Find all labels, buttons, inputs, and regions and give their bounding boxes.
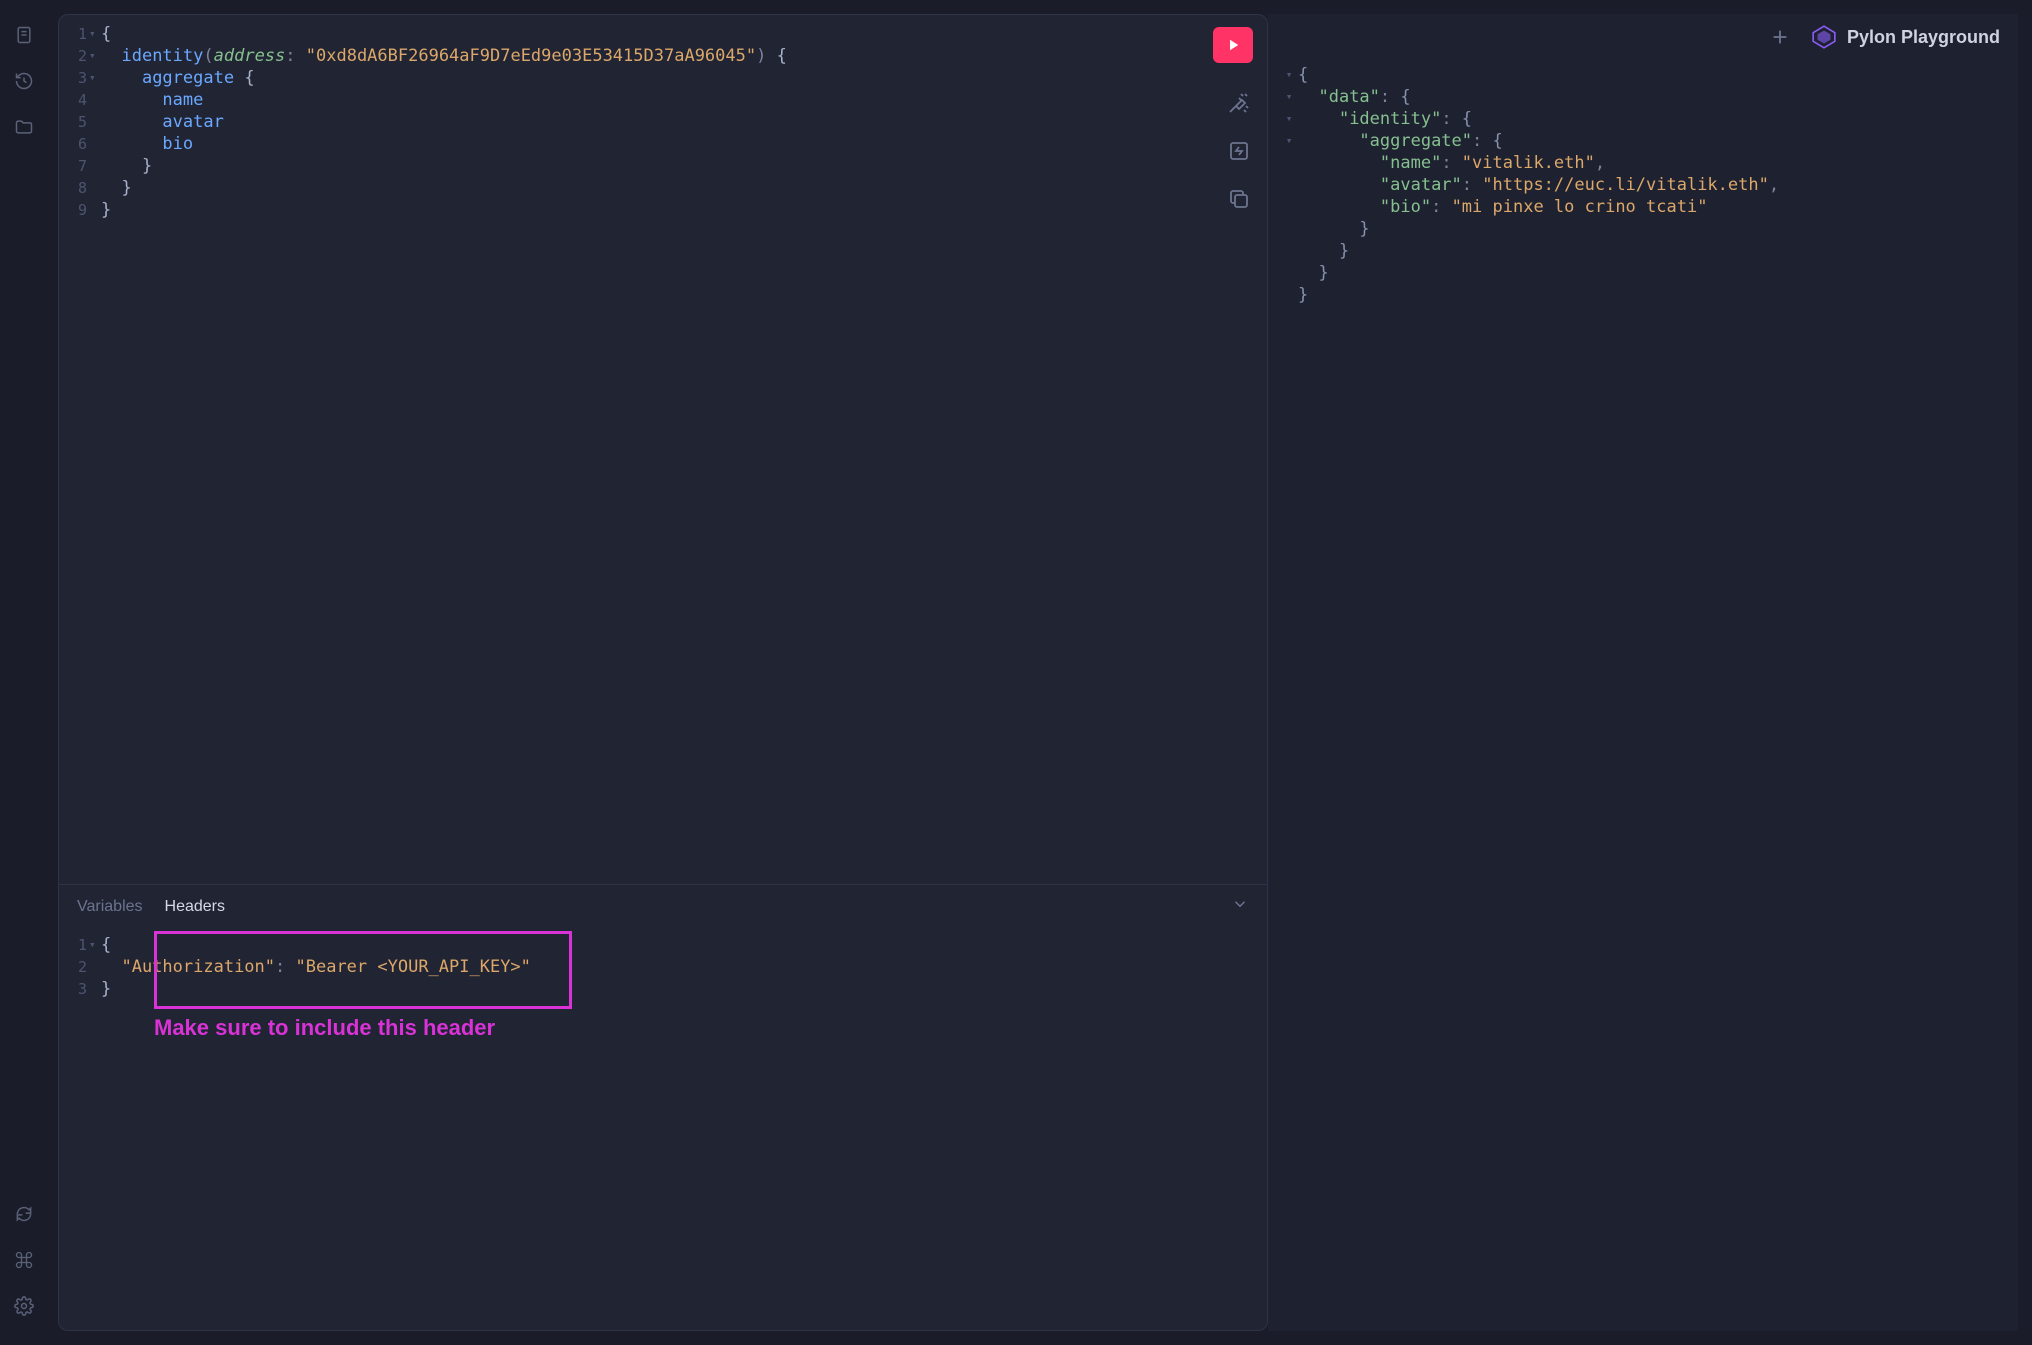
query-editor[interactable]: 1▾{2▾ identity(address: "0xd8dA6BF26964a… <box>59 15 1267 884</box>
result-line: "avatar": "https://euc.li/vitalik.eth", <box>1280 174 2006 196</box>
editor-panel: 1▾{2▾ identity(address: "0xd8dA6BF26964a… <box>58 14 1268 1331</box>
code-content: bio <box>101 133 193 155</box>
bottom-panel: Variables Headers 1▾{2 "Authorization": … <box>59 884 1267 1330</box>
run-button[interactable] <box>1213 27 1253 63</box>
code-content: aggregate { <box>101 67 255 89</box>
keyboard-shortcuts-icon[interactable] <box>13 1249 35 1271</box>
line-number: 3 <box>61 978 87 1000</box>
code-content: name <box>101 89 203 111</box>
code-content: "Authorization": "Bearer <YOUR_API_KEY>" <box>101 956 531 978</box>
result-line: } <box>1280 218 2006 240</box>
result-content: "identity": { <box>1298 108 1472 130</box>
code-line: 4 name <box>61 89 1267 111</box>
result-body[interactable]: ▾{▾ "data": {▾ "identity": {▾ "aggregate… <box>1268 50 2018 1331</box>
code-line: 5 avatar <box>61 111 1267 133</box>
editor-toolbar <box>1227 91 1251 211</box>
fold-toggle-icon[interactable]: ▾ <box>87 45 101 67</box>
result-line: ▾ "data": { <box>1280 86 2006 108</box>
new-tab-plus-icon[interactable] <box>1769 26 1791 48</box>
code-content: } <box>101 978 111 1000</box>
code-line: 7 } <box>61 155 1267 177</box>
line-number: 1 <box>61 934 87 956</box>
result-content: "aggregate": { <box>1298 130 1503 152</box>
line-number: 9 <box>61 199 87 221</box>
result-content: "data": { <box>1298 86 1411 108</box>
left-rail <box>0 0 48 1345</box>
result-line: ▾ "identity": { <box>1280 108 2006 130</box>
chevron-down-icon[interactable] <box>1231 895 1249 918</box>
code-content: identity(address: "0xd8dA6BF26964aF9D7eE… <box>101 45 787 67</box>
code-line: 2▾ identity(address: "0xd8dA6BF26964aF9D… <box>61 45 1267 67</box>
fold-toggle-icon[interactable]: ▾ <box>87 23 101 45</box>
line-number: 2 <box>61 956 87 978</box>
code-line: 3} <box>61 978 1267 1000</box>
code-line: 8 } <box>61 177 1267 199</box>
code-line: 6 bio <box>61 133 1267 155</box>
result-content: "bio": "mi pinxe lo crino tcati" <box>1298 196 1707 218</box>
fold-toggle-icon[interactable]: ▾ <box>1280 108 1298 130</box>
line-number: 5 <box>61 111 87 133</box>
workspace: 1▾{2▾ identity(address: "0xd8dA6BF26964a… <box>58 14 2018 1331</box>
code-content: } <box>101 177 132 199</box>
result-line: } <box>1280 284 2006 306</box>
document-icon[interactable] <box>13 24 35 46</box>
result-content: "avatar": "https://euc.li/vitalik.eth", <box>1298 174 1779 196</box>
code-content: avatar <box>101 111 224 133</box>
result-line: ▾{ <box>1280 64 2006 86</box>
brand-logo-icon <box>1811 24 1837 50</box>
line-number: 6 <box>61 133 87 155</box>
result-header: Pylon Playground <box>1268 14 2018 50</box>
brand: Pylon Playground <box>1811 24 2000 50</box>
brand-label: Pylon Playground <box>1847 27 2000 48</box>
code-line: 2 "Authorization": "Bearer <YOUR_API_KEY… <box>61 956 1267 978</box>
result-content: } <box>1298 240 1349 262</box>
code-line: 1▾{ <box>61 23 1267 45</box>
result-line: "bio": "mi pinxe lo crino tcati" <box>1280 196 2006 218</box>
fold-toggle-icon[interactable]: ▾ <box>1280 86 1298 108</box>
code-line: 3▾ aggregate { <box>61 67 1267 89</box>
fold-toggle-icon[interactable]: ▾ <box>87 934 101 956</box>
result-line: } <box>1280 240 2006 262</box>
prettify-icon[interactable] <box>1227 91 1251 115</box>
result-content: } <box>1298 284 1308 306</box>
merge-fragments-icon[interactable] <box>1227 139 1251 163</box>
result-line: "name": "vitalik.eth", <box>1280 152 2006 174</box>
result-content: } <box>1298 218 1370 240</box>
copy-icon[interactable] <box>1227 187 1251 211</box>
fold-toggle-icon[interactable]: ▾ <box>1280 64 1298 86</box>
headers-editor[interactable]: 1▾{2 "Authorization": "Bearer <YOUR_API_… <box>59 928 1267 1330</box>
result-line: } <box>1280 262 2006 284</box>
tab-headers[interactable]: Headers <box>165 898 225 916</box>
annotation-text: Make sure to include this header <box>154 1017 495 1039</box>
result-content: } <box>1298 262 1329 284</box>
line-number: 8 <box>61 177 87 199</box>
bottom-tabs: Variables Headers <box>59 885 1267 928</box>
code-content: } <box>101 199 111 221</box>
line-number: 3 <box>61 67 87 89</box>
refresh-icon[interactable] <box>13 1203 35 1225</box>
history-icon[interactable] <box>13 70 35 92</box>
code-line: 9} <box>61 199 1267 221</box>
result-line: ▾ "aggregate": { <box>1280 130 2006 152</box>
fold-toggle-icon[interactable]: ▾ <box>1280 130 1298 152</box>
code-content: { <box>101 23 111 45</box>
code-content: { <box>101 934 111 956</box>
settings-gear-icon[interactable] <box>13 1295 35 1317</box>
result-panel: Pylon Playground ▾{▾ "data": {▾ "identit… <box>1268 14 2018 1331</box>
line-number: 1 <box>61 23 87 45</box>
line-number: 7 <box>61 155 87 177</box>
line-number: 4 <box>61 89 87 111</box>
code-line: 1▾{ <box>61 934 1267 956</box>
result-content: "name": "vitalik.eth", <box>1298 152 1605 174</box>
code-content: } <box>101 155 152 177</box>
line-number: 2 <box>61 45 87 67</box>
folder-icon[interactable] <box>13 116 35 138</box>
fold-toggle-icon[interactable]: ▾ <box>87 67 101 89</box>
tab-variables[interactable]: Variables <box>77 898 143 916</box>
main: 1▾{2▾ identity(address: "0xd8dA6BF26964a… <box>48 0 2032 1345</box>
result-content: { <box>1298 64 1308 86</box>
